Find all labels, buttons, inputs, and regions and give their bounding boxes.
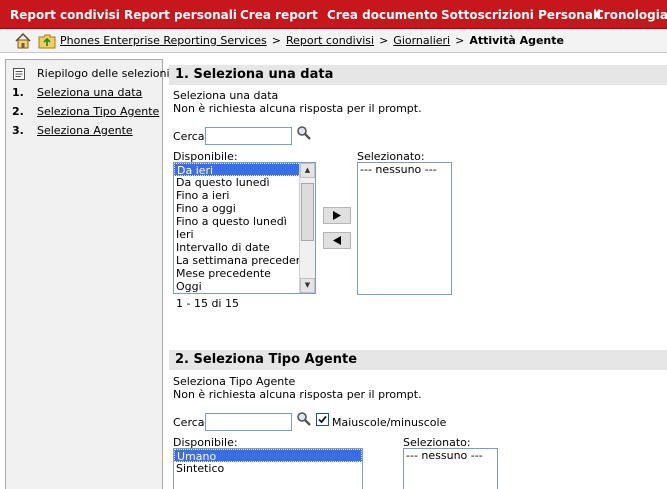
section-2-search-input[interactable] — [205, 413, 292, 431]
breadcrumb-bar: Phones Enterprise Reporting Services > Rep… — [0, 29, 667, 53]
nav-cronologia[interactable]: Cronologia — [595, 8, 667, 22]
list-option[interactable]: Intervallo di date — [174, 241, 315, 254]
list-option[interactable]: Umano — [174, 449, 362, 463]
prompt-sidebar: Riepilogo delle selezioni 1. Seleziona u… — [5, 59, 170, 489]
checkmark-icon — [318, 415, 327, 424]
left-arrow-icon — [333, 236, 341, 245]
breadcrumb-current: Attività Agente — [469, 34, 564, 47]
nav-sottoscrizioni-personali[interactable]: Sottoscrizioni Personali — [441, 8, 601, 22]
list-scrollbar[interactable]: ▲ ▼ — [299, 163, 315, 293]
breadcrumb-separator: > — [271, 34, 281, 47]
section-1-count-text: 1 - 15 di 15 — [176, 297, 239, 310]
home-icon[interactable] — [14, 32, 32, 50]
sidebar-item-label[interactable]: Seleziona Agente — [37, 124, 133, 137]
section-1-selected-list[interactable]: --- nessuno --- — [357, 162, 452, 295]
folder-up-icon[interactable] — [38, 32, 56, 50]
section-1-search-input[interactable] — [205, 127, 292, 145]
list-option[interactable]: Fino a ieri — [174, 189, 315, 202]
search-icon[interactable] — [296, 411, 312, 427]
list-option[interactable]: Oggi — [174, 280, 315, 293]
nav-report-condivisi[interactable]: Report condivisi — [10, 8, 120, 22]
list-option[interactable]: Ieri — [174, 228, 315, 241]
right-arrow-icon — [333, 211, 341, 220]
section-2-description: Seleziona Tipo Agente — [173, 375, 296, 388]
section-1-header: 1. Seleziona una data — [169, 65, 667, 85]
section-1-note: Non è richiesta alcuna risposta per il p… — [173, 102, 422, 115]
search-icon[interactable] — [296, 125, 312, 141]
sidebar-item-number: 2. — [12, 105, 24, 118]
remove-selection-button[interactable] — [323, 232, 351, 249]
list-option[interactable]: Fino a oggi — [174, 202, 315, 215]
scroll-down-arrow-icon[interactable]: ▼ — [300, 278, 315, 293]
section-1-search-label: Cerca: — [173, 130, 209, 143]
breadcrumb-link-giornalieri[interactable]: Giornalieri — [393, 34, 450, 47]
list-option[interactable]: --- nessuno --- — [404, 449, 497, 462]
sidebar-item-label[interactable]: Seleziona Tipo Agente — [37, 105, 159, 118]
list-option[interactable]: La settimana precedente — [174, 254, 315, 267]
case-sensitive-label: Maiuscole/minuscole — [332, 416, 447, 429]
section-2-note: Non è richiesta alcuna risposta per il p… — [173, 388, 422, 401]
sidebar-item-number: 1. — [12, 86, 24, 99]
list-option[interactable]: Sintetico — [174, 462, 362, 475]
section-2-search-label: Cerca: — [173, 416, 209, 429]
summary-list-icon — [13, 68, 25, 80]
sidebar-summary-label: Riepilogo delle selezioni — [37, 67, 170, 80]
breadcrumb-separator: > — [379, 34, 389, 47]
section-2-selected-list[interactable]: --- nessuno --- — [403, 448, 498, 489]
sidebar-item-label[interactable]: Seleziona una data — [37, 86, 142, 99]
top-navigation-bar: Report condivisi Report personali Crea r… — [0, 0, 667, 29]
sidebar-item-number: 3. — [12, 124, 24, 137]
list-option[interactable]: Da ieri — [174, 163, 315, 177]
breadcrumb: Phones Enterprise Reporting Services > Rep… — [60, 34, 564, 47]
add-selection-button[interactable] — [323, 207, 351, 224]
section-1-description: Seleziona una data — [173, 89, 279, 102]
nav-crea-documento[interactable]: Crea documento — [327, 8, 438, 22]
scroll-thumb[interactable] — [301, 183, 314, 241]
section-2-available-list[interactable]: Umano Sintetico — [173, 448, 363, 489]
list-option[interactable]: Mese precedente — [174, 267, 315, 280]
breadcrumb-separator: > — [455, 34, 465, 47]
nav-report-personali[interactable]: Report personali — [124, 8, 237, 22]
list-option[interactable]: Da questo lunedì — [174, 176, 315, 189]
list-option[interactable]: --- nessuno --- — [358, 163, 451, 176]
nav-crea-report[interactable]: Crea report — [240, 8, 318, 22]
case-sensitive-checkbox[interactable] — [316, 413, 329, 426]
breadcrumb-link-report-condivisi[interactable]: Report condivisi — [286, 34, 374, 47]
scroll-up-arrow-icon[interactable]: ▲ — [300, 163, 315, 178]
breadcrumb-link-phones-enterprise[interactable]: Phones Enterprise Reporting Services — [60, 34, 267, 47]
list-option[interactable]: Fino a questo lunedì — [174, 215, 315, 228]
section-2-header: 2. Seleziona Tipo Agente — [169, 350, 667, 370]
section-1-available-list[interactable]: Da ieri Da questo lunedì Fino a ieri Fin… — [173, 162, 316, 294]
